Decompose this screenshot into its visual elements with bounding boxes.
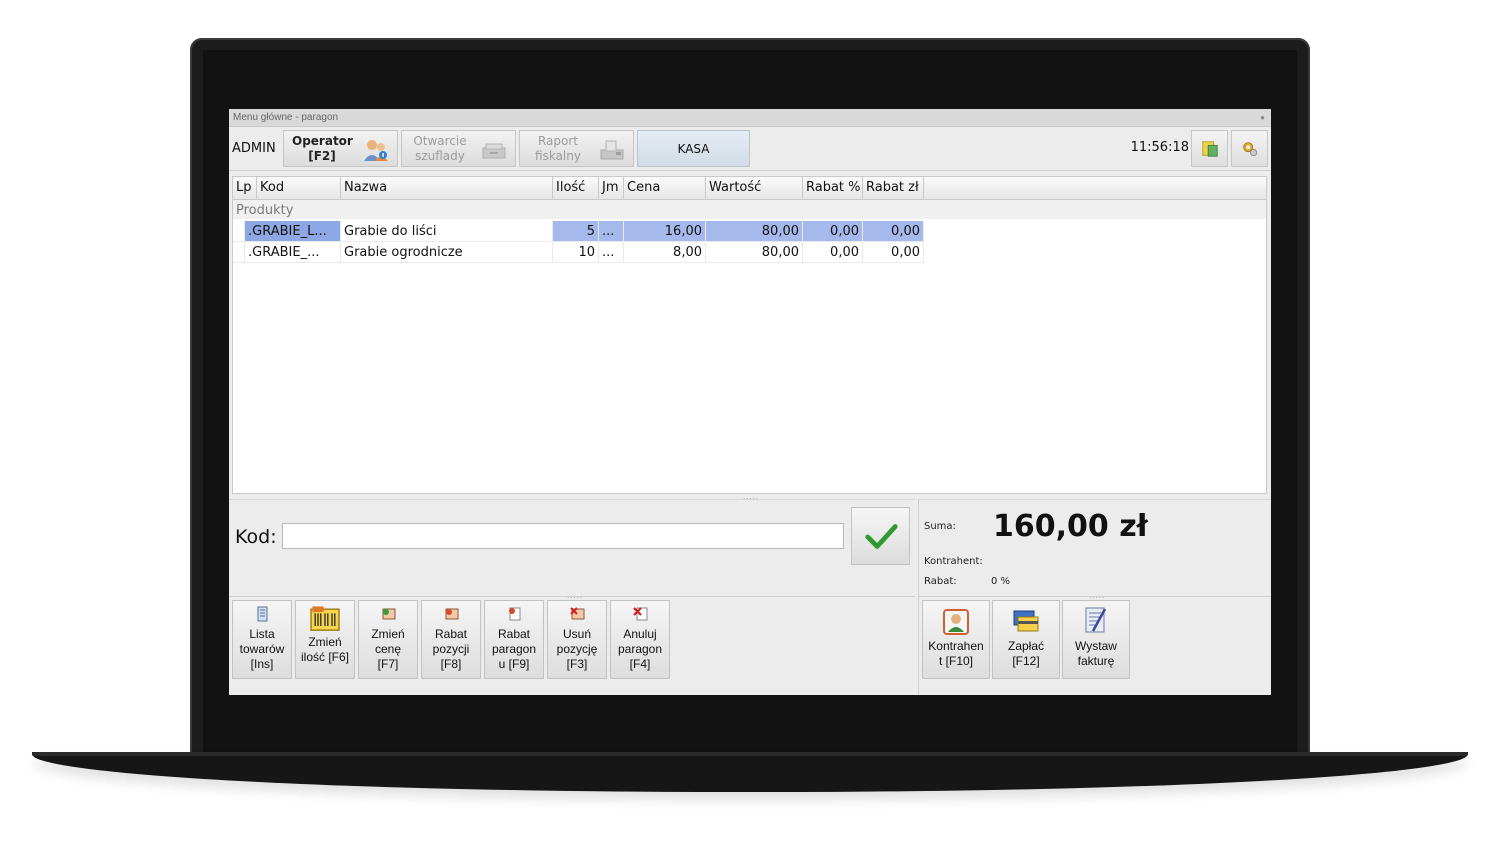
column-rabat-pct[interactable]: Rabat % [803, 177, 863, 199]
open-drawer-button[interactable]: Otwarcie szuflady [401, 130, 516, 167]
action-bar-right: ..... Kontrahen t [F10] Zapłać [F12] Wys… [918, 591, 1271, 695]
column-rabat-zl[interactable]: Rabat zł [863, 177, 924, 199]
kasa-tab[interactable]: KASA [637, 130, 750, 167]
checkmark-icon [865, 524, 898, 549]
window-titlebar: Menu główne - paragon ● [229, 109, 1271, 127]
receipt-grid[interactable]: Lp Kod Nazwa Ilość Jm Cena Wartość Rabat… [232, 176, 1267, 494]
column-lp[interactable]: Lp [233, 177, 257, 199]
kod-input[interactable] [282, 523, 844, 549]
cell-wartosc: 80,00 [706, 242, 803, 263]
laptop-hinge [32, 752, 1468, 756]
action-bar: ..... Lista towarów [Ins] Zmień ilość [F… [229, 591, 915, 695]
cell-nazwa: Grabie do liści [341, 221, 553, 242]
operator-shortcut: [F2] [308, 149, 336, 163]
column-jm[interactable]: Jm [599, 177, 624, 199]
pay-icon [1013, 610, 1039, 632]
cell-cena: 16,00 [624, 221, 706, 242]
toolbar: ADMIN Operator [F2] Otwarcie szuflady Ra… [229, 128, 1271, 171]
cell-cena: 8,00 [624, 242, 706, 263]
splitter-grip[interactable]: ..... [1089, 591, 1105, 600]
gear-icon [1243, 142, 1258, 157]
cell-wartosc: 80,00 [706, 221, 803, 242]
confirm-button[interactable] [851, 507, 910, 565]
group-row [233, 200, 1266, 219]
contractor-icon [943, 609, 969, 635]
invoice-icon [1085, 607, 1107, 633]
window-title: Menu główne - paragon [233, 112, 339, 123]
cell-ilosc: 10 [553, 242, 599, 263]
cancel-receipt-button[interactable]: Anuluj paragon [F4] [610, 600, 670, 679]
pay-button[interactable]: Zapłać [F12] [992, 600, 1060, 679]
column-nazwa[interactable]: Nazwa [341, 177, 553, 199]
settings-button[interactable] [1231, 130, 1268, 167]
clock: 11:56:18 [1130, 140, 1189, 155]
cell-rabat-zl: 0,00 [863, 242, 924, 263]
open-drawer-label-1: Otwarcie [413, 134, 467, 148]
splitter-grip[interactable]: ..... [567, 591, 583, 600]
summary-pane: Suma: 160,00 zł Kontrahent: Rabat: 0 % [918, 499, 1271, 596]
current-user: ADMIN [232, 141, 276, 156]
rabat-value: 0 % [991, 576, 1011, 587]
fiscal-report-label-1: Raport [537, 134, 579, 148]
suma-label: Suma: [924, 521, 956, 532]
fiscal-printer-icon [600, 140, 624, 160]
kod-label: Kod: [235, 526, 277, 548]
pos-window: Menu główne - paragon ● ADMIN Operator [… [229, 109, 1271, 695]
kontrahent-label: Kontrahent: [924, 556, 983, 567]
suma-value: 160,00 zł [993, 509, 1148, 544]
fiscal-report-button[interactable]: Raport fiskalny [519, 130, 634, 167]
cash-drawer-icon [482, 143, 506, 159]
calculator-icon [1202, 141, 1218, 157]
delete-item-icon [570, 607, 585, 620]
column-cena[interactable]: Cena [624, 177, 706, 199]
close-icon[interactable]: ● [1260, 109, 1265, 127]
cell-rabat-pct: 0,00 [803, 242, 863, 263]
column-wartosc[interactable]: Wartość [706, 177, 803, 199]
cell-kod: .GRABIE_... [245, 242, 341, 263]
cell-jm: ... [599, 242, 624, 263]
cell-kod: .GRABIE_L... [245, 221, 341, 242]
cell-rabat-pct: 0,00 [803, 221, 863, 242]
table-row[interactable]: .GRABIE_L... Grabie do liści 5 ... 16,00… [233, 221, 1266, 242]
rabat-label: Rabat: [924, 576, 957, 587]
operator-button[interactable]: Operator [F2] [283, 130, 398, 167]
laptop-base [32, 752, 1468, 792]
operator-label: Operator [292, 134, 353, 148]
quantity-icon [310, 606, 340, 631]
kasa-label: KASA [677, 142, 710, 156]
operator-icon [364, 140, 388, 161]
issue-invoice-button[interactable]: Wystaw fakturę [1062, 600, 1130, 679]
price-icon [382, 608, 396, 620]
grid-header: Lp Kod Nazwa Ilość Jm Cena Wartość Rabat… [233, 177, 1266, 200]
column-ilosc[interactable]: Ilość [553, 177, 599, 199]
calculator-button[interactable] [1191, 130, 1228, 167]
contractor-button[interactable]: Kontrahen t [F10] [922, 600, 990, 679]
column-kod[interactable]: Kod [257, 177, 341, 199]
change-price-button[interactable]: Zmień cenę [F7] [358, 600, 418, 679]
open-drawer-label-2: szuflady [415, 149, 465, 163]
cancel-receipt-icon [633, 607, 648, 621]
fiscal-report-label-2: fiskalny [535, 149, 581, 163]
cell-ilosc: 5 [553, 221, 599, 242]
receipt-discount-icon [509, 607, 521, 621]
cell-nazwa: Grabie ogrodnicze [341, 242, 553, 263]
receipt-discount-button[interactable]: Rabat paragon u [F9] [484, 600, 544, 679]
item-discount-button[interactable]: Rabat pozycji [F8] [421, 600, 481, 679]
change-quantity-button[interactable]: Zmień ilość [F6] [295, 600, 355, 679]
cell-jm: ... [599, 221, 624, 242]
cell-rabat-zl: 0,00 [863, 221, 924, 242]
group-label: Produkty [236, 203, 294, 218]
product-list-button[interactable]: Lista towarów [Ins] [232, 600, 292, 679]
code-entry-pane: Kod: [229, 499, 915, 596]
list-icon [257, 606, 268, 622]
item-discount-icon [445, 608, 459, 620]
table-row[interactable]: .GRABIE_... Grabie ogrodnicze 10 ... 8,0… [233, 242, 1266, 263]
delete-item-button[interactable]: Usuń pozycję [F3] [547, 600, 607, 679]
